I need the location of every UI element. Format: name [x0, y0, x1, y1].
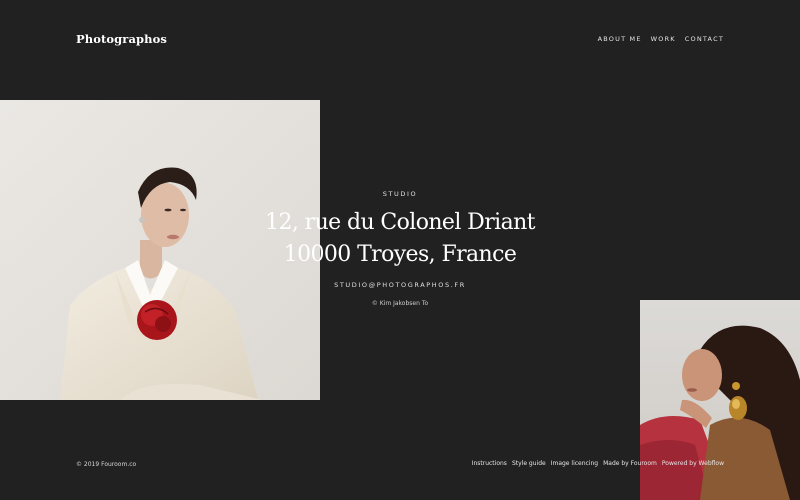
footer-link-image-licencing[interactable]: Image licencing: [551, 460, 598, 467]
footer-links: Instructions Style guide Image licencing…: [472, 460, 724, 467]
photo-credit: © Kim Jakobsen To: [371, 300, 429, 307]
footer-link-made-by[interactable]: Made by Fouroom: [603, 460, 657, 467]
footer-link-style-guide[interactable]: Style guide: [512, 460, 546, 467]
main-nav: ABOUT ME WORK CONTACT: [598, 35, 724, 43]
studio-info: STUDIO 12, rue du Colonel Driant 10000 T…: [200, 190, 600, 307]
studio-email-link[interactable]: STUDIO@PHOTOGRAPHOS.FR: [334, 281, 466, 289]
nav-contact[interactable]: CONTACT: [685, 35, 724, 43]
footer-copyright: © 2019 Fouroom.co: [76, 461, 137, 468]
site-logo[interactable]: Photographos: [76, 32, 167, 46]
nav-about-me[interactable]: ABOUT ME: [598, 35, 642, 43]
footer-link-powered-by[interactable]: Powered by Webflow: [662, 460, 724, 467]
address-line-1: 12, rue du Colonel Driant: [265, 210, 535, 235]
portrait-photo-right: [640, 300, 800, 500]
footer-link-instructions[interactable]: Instructions: [472, 460, 507, 467]
studio-address: 12, rue du Colonel Driant 10000 Troyes, …: [200, 207, 600, 271]
nav-work[interactable]: WORK: [651, 35, 676, 43]
studio-label: STUDIO: [382, 190, 418, 198]
address-line-2: 10000 Troyes, France: [283, 242, 517, 267]
